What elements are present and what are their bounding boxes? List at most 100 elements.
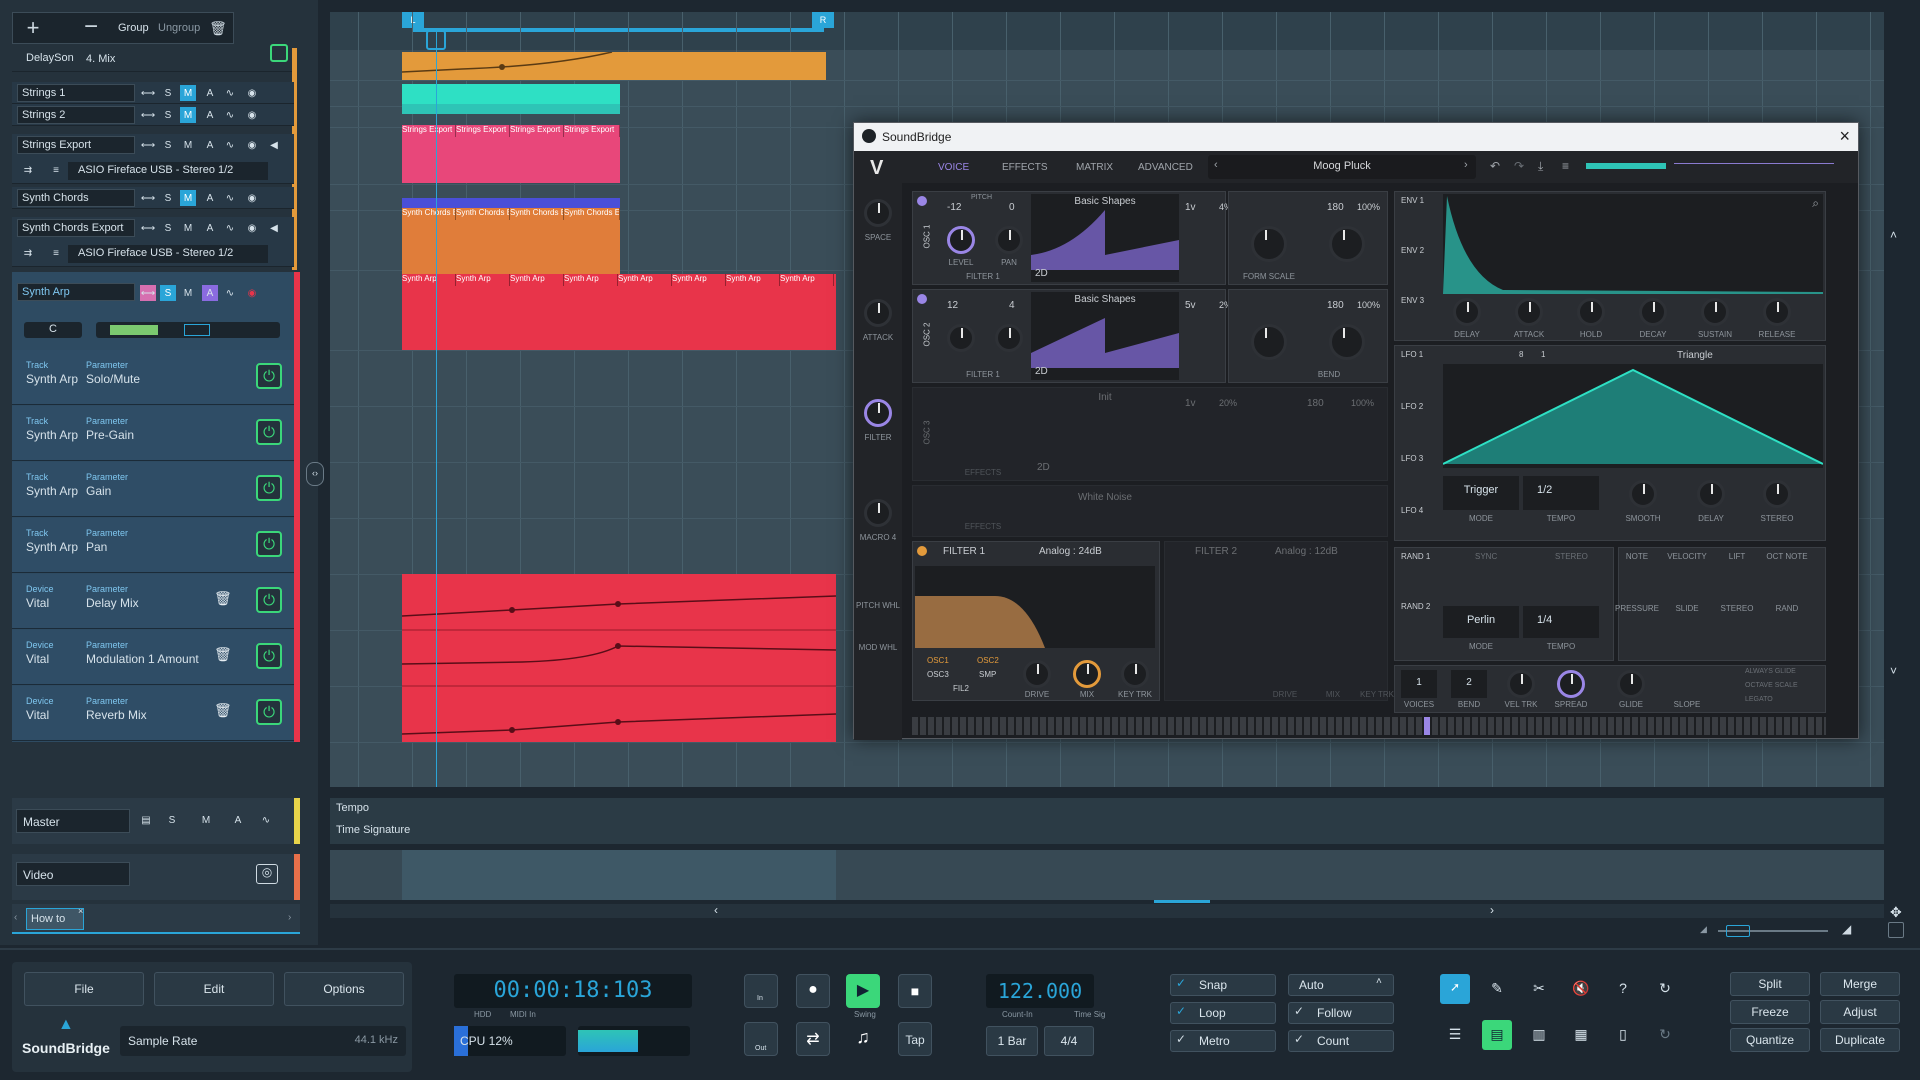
record-icon[interactable]: ◉ bbox=[244, 137, 260, 153]
record-out-button[interactable]: Out bbox=[744, 1022, 778, 1056]
device-view-icon[interactable]: ▯ bbox=[1608, 1020, 1638, 1050]
power-icon[interactable]: ⏻ bbox=[256, 531, 282, 557]
route-fil2[interactable]: FIL2 bbox=[953, 684, 969, 693]
route-osc3[interactable]: OSC3 bbox=[927, 670, 949, 679]
monitor-icon[interactable]: ◀ bbox=[266, 137, 282, 153]
drive-knob[interactable] bbox=[1023, 660, 1051, 688]
env-knob[interactable] bbox=[1763, 298, 1791, 326]
mute-tool-icon[interactable]: 🔇 bbox=[1566, 974, 1596, 1004]
level-knob[interactable] bbox=[947, 324, 975, 352]
chevron-right-icon[interactable]: › bbox=[288, 912, 291, 923]
automation-row[interactable]: Device Vital Parameter Modulation 1 Amount 🗑… bbox=[12, 630, 294, 685]
loop-left-marker[interactable]: L bbox=[402, 12, 424, 28]
wavetable-name[interactable]: Init bbox=[1031, 392, 1179, 403]
glide-knob[interactable] bbox=[1617, 670, 1645, 698]
loop-right-marker[interactable]: R bbox=[812, 12, 834, 28]
mute-button[interactable]: M bbox=[180, 190, 196, 206]
automation-button[interactable]: A bbox=[202, 220, 218, 236]
osc2-toggle[interactable] bbox=[917, 294, 927, 304]
unison-voices[interactable]: 5v bbox=[1185, 300, 1196, 311]
veltrk-knob[interactable] bbox=[1507, 670, 1535, 698]
piano-roll-icon[interactable]: ▦ bbox=[1566, 1020, 1596, 1050]
adjust-button[interactable]: Adjust bbox=[1820, 1000, 1900, 1024]
unison-knob[interactable] bbox=[1251, 226, 1287, 262]
track-row-strings2[interactable]: Strings 2 ⟷ S M A ∿ ◉ bbox=[12, 104, 294, 126]
osc3-panel[interactable]: OSC 3 Init 1v 20% 180 100% EFFECTS 2D bbox=[912, 387, 1388, 481]
record-icon[interactable]: ◉ bbox=[244, 220, 260, 236]
chevron-down-icon[interactable]: ˅ bbox=[1890, 664, 1897, 678]
meter-handle[interactable] bbox=[184, 324, 210, 336]
clip-strings2[interactable] bbox=[402, 104, 620, 114]
osc2-wavetable[interactable]: Basic Shapes 2D bbox=[1031, 292, 1179, 380]
track-name[interactable]: Strings Export bbox=[17, 136, 135, 154]
track-row-synth-chords-export[interactable]: Synth Chords Export ⟷ S M A ∿ ◉ ◀ ⇉ ≡ AS… bbox=[12, 217, 294, 267]
wavetable-name[interactable]: Basic Shapes bbox=[1031, 294, 1179, 305]
curve-icon[interactable]: ∿ bbox=[222, 137, 238, 153]
video-track[interactable]: Video ◎ bbox=[12, 854, 300, 900]
track-name[interactable]: Strings 1 bbox=[17, 84, 135, 102]
osc2-pitch[interactable]: 12 bbox=[947, 300, 958, 311]
record-icon[interactable]: ◉ bbox=[244, 107, 260, 123]
track-row-strings1[interactable]: Strings 1 ⟷ S M A ∿ ◉ bbox=[12, 82, 294, 104]
track-row-strings-export[interactable]: Strings Export ⟷ S M A ∿ ◉ ◀ ⇉ ≡ ASIO Fi… bbox=[12, 134, 294, 184]
mix-knob[interactable] bbox=[1073, 660, 1101, 688]
keyboard[interactable] bbox=[912, 717, 1826, 735]
delete-icon[interactable]: 🗑 bbox=[214, 646, 232, 666]
lfo1-tab[interactable]: LFO 1 bbox=[1401, 350, 1423, 359]
link-icon[interactable]: ⟷ bbox=[140, 107, 156, 123]
random-panel[interactable]: RAND 1 RAND 2 SYNC STEREO Perlin MODE 1/… bbox=[1394, 547, 1614, 661]
phase-pct[interactable]: 100% bbox=[1357, 202, 1380, 212]
automation-button[interactable]: A bbox=[230, 812, 246, 828]
horizontal-scrollbar[interactable]: ‹ › bbox=[330, 900, 1884, 918]
tap-button[interactable]: Tap bbox=[898, 1022, 932, 1056]
video-lane[interactable] bbox=[330, 850, 1884, 900]
effects-route[interactable]: EFFECTS bbox=[953, 522, 1013, 531]
curve-icon[interactable]: ∿ bbox=[258, 812, 274, 828]
unison-detune[interactable]: 20% bbox=[1219, 398, 1237, 408]
refresh-icon[interactable]: ↻ bbox=[1650, 974, 1680, 1004]
automation-row[interactable]: Track Synth Arp Parameter Pan ⏻ bbox=[12, 518, 294, 573]
vertical-scrollbar[interactable]: ˄ ˅ bbox=[1888, 210, 1904, 690]
stop-button[interactable]: ■ bbox=[898, 974, 932, 1008]
sync-icon[interactable]: ↻ bbox=[1650, 1020, 1680, 1050]
power-icon[interactable]: ⏻ bbox=[256, 699, 282, 725]
grid-y[interactable]: 1 bbox=[1541, 350, 1545, 359]
link-icon[interactable]: ⟷ bbox=[140, 137, 156, 153]
track-name[interactable]: Synth Chords bbox=[17, 189, 135, 207]
spread-knob[interactable] bbox=[1557, 670, 1585, 698]
track-name[interactable]: Strings 2 bbox=[17, 106, 135, 124]
split-button[interactable]: Split bbox=[1730, 972, 1810, 996]
form-scale[interactable]: FORM SCALE bbox=[1239, 272, 1299, 281]
unison-voices[interactable]: 1v bbox=[1185, 398, 1196, 409]
delete-icon[interactable]: 🗑 bbox=[214, 590, 232, 610]
scroll-thumb[interactable] bbox=[1154, 900, 1210, 903]
tab-voice[interactable]: VOICE bbox=[938, 162, 969, 173]
sample-name[interactable]: White Noise bbox=[1031, 492, 1179, 503]
lfo-tempo[interactable]: 1/2 bbox=[1523, 476, 1599, 510]
pan-knob[interactable] bbox=[995, 226, 1023, 254]
osc1-toggle[interactable] bbox=[917, 196, 927, 206]
close-icon[interactable]: × bbox=[78, 906, 83, 916]
loop-mode-icon[interactable]: ⇄ bbox=[796, 1022, 830, 1056]
route-osc2[interactable]: OSC2 bbox=[977, 656, 999, 665]
voice-panel[interactable]: 1 VOICES 2 BEND VEL TRK SPREAD GLIDE SLO… bbox=[1394, 665, 1826, 713]
lfo-delay-knob[interactable] bbox=[1697, 480, 1725, 508]
unison-voices[interactable]: 1v bbox=[1185, 202, 1196, 213]
mod-rand[interactable]: RAND bbox=[1757, 604, 1817, 613]
solo-button[interactable]: S bbox=[160, 190, 176, 206]
mute-button[interactable]: M bbox=[180, 285, 196, 301]
automation-row[interactable]: Track Synth Arp Parameter Gain ⏻ bbox=[12, 462, 294, 517]
env3-tab[interactable]: ENV 3 bbox=[1401, 296, 1424, 305]
move-icon[interactable]: ✥ bbox=[1890, 904, 1902, 921]
sync-label[interactable]: SYNC bbox=[1475, 552, 1497, 561]
curve-icon[interactable]: ∿ bbox=[222, 220, 238, 236]
osc2-unison-panel[interactable]: 180 100% BEND bbox=[1228, 289, 1388, 383]
duplicate-button[interactable]: Duplicate bbox=[1820, 1028, 1900, 1052]
sample-panel[interactable]: White Noise EFFECTS bbox=[912, 485, 1388, 537]
playhead[interactable] bbox=[436, 32, 437, 787]
lfo4-tab[interactable]: LFO 4 bbox=[1401, 506, 1423, 515]
playhead-handle[interactable] bbox=[426, 30, 446, 50]
mod-sources-panel[interactable]: NOTE VELOCITY LIFT OCT NOTE PRESSURE SLI… bbox=[1615, 547, 1826, 661]
scissors-tool-icon[interactable]: ✂ bbox=[1524, 974, 1554, 1004]
phase-value[interactable]: 180 bbox=[1327, 300, 1344, 311]
